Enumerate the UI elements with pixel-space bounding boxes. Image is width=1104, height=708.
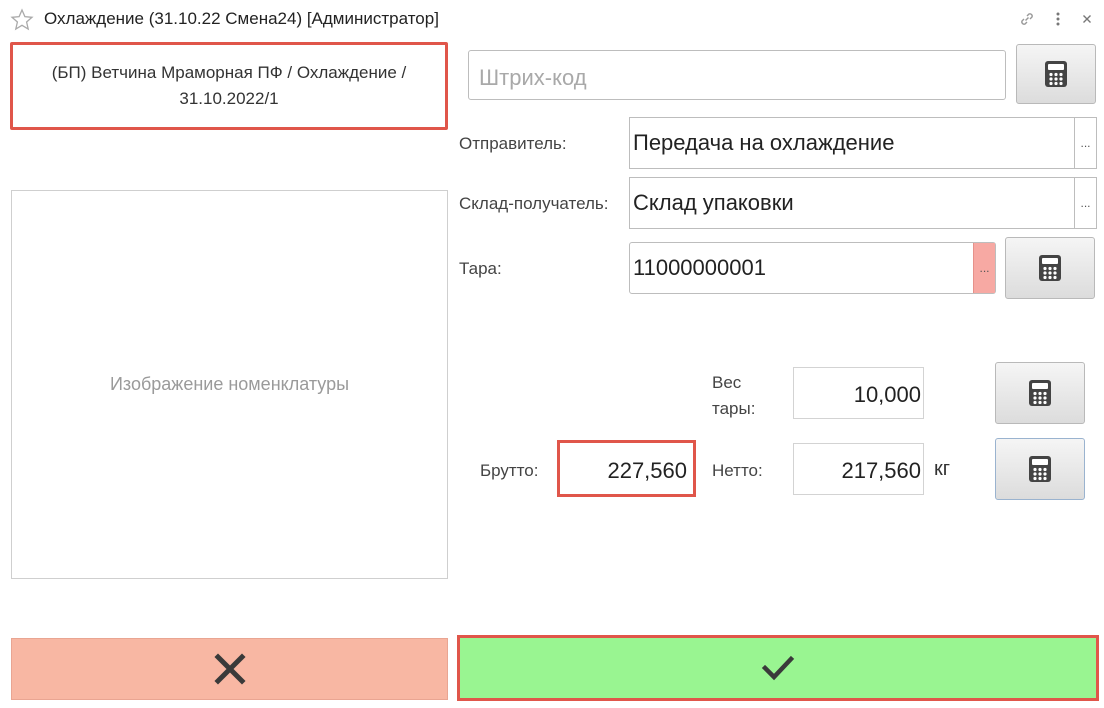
netto-field[interactable]: 217,560 [793, 443, 924, 495]
confirm-button[interactable] [457, 635, 1099, 701]
tara-weight-field[interactable]: 10,000 [793, 367, 924, 419]
product-image: Изображение номенклатуры [11, 190, 448, 579]
calculator-icon [1039, 255, 1061, 281]
tara-field[interactable]: 11000000001 ... [629, 242, 996, 294]
image-placeholder-text: Изображение номенклатуры [109, 374, 350, 394]
product-name-text: (БП) Ветчина Мраморная ПФ / Охлаждение /… [51, 63, 407, 108]
tara-weight-label: Вес тары: [712, 373, 756, 418]
calculator-icon [1029, 380, 1051, 406]
netto-calculator-button[interactable] [995, 438, 1085, 500]
barcode-placeholder: Штрих-код [479, 65, 587, 90]
warehouse-label: Склад-получатель: [459, 194, 609, 213]
star-icon[interactable] [10, 8, 34, 32]
link-icon[interactable] [1018, 10, 1036, 28]
tara-weight-calculator-button[interactable] [995, 362, 1085, 424]
sender-field[interactable]: Передача на охлаждение ... [629, 117, 1097, 169]
tara-value: 11000000001 [633, 255, 766, 280]
close-icon[interactable] [1078, 10, 1096, 28]
barcode-calculator-button[interactable] [1016, 44, 1096, 104]
netto-label: Нетто: [712, 461, 763, 480]
sender-value: Передача на охлаждение [633, 130, 895, 155]
tara-calculator-button[interactable] [1005, 237, 1095, 299]
more-vertical-icon[interactable] [1049, 10, 1067, 28]
sender-select-button[interactable]: ... [1074, 118, 1096, 168]
unit-label: кг [934, 458, 951, 480]
warehouse-field[interactable]: Склад упаковки ... [629, 177, 1097, 229]
tara-select-button[interactable]: ... [973, 243, 995, 293]
calculator-icon [1029, 456, 1051, 482]
tara-label: Тара: [459, 259, 502, 278]
warehouse-value: Склад упаковки [633, 190, 794, 215]
sender-label: Отправитель: [459, 134, 567, 153]
calculator-icon [1045, 61, 1067, 87]
barcode-input[interactable]: Штрих-код [468, 50, 1006, 100]
warehouse-select-button[interactable]: ... [1074, 178, 1096, 228]
brutto-field[interactable]: 227,560 [557, 440, 696, 497]
cancel-button[interactable] [11, 638, 448, 700]
checkmark-icon [761, 655, 795, 681]
cross-icon [213, 653, 246, 685]
title-bar: Охлаждение (31.10.22 Смена24) [Администр… [0, 0, 1104, 40]
product-name: (БП) Ветчина Мраморная ПФ / Охлаждение /… [10, 42, 448, 130]
window-title: Охлаждение (31.10.22 Смена24) [Администр… [44, 9, 439, 28]
brutto-label: Брутто: [480, 461, 539, 480]
